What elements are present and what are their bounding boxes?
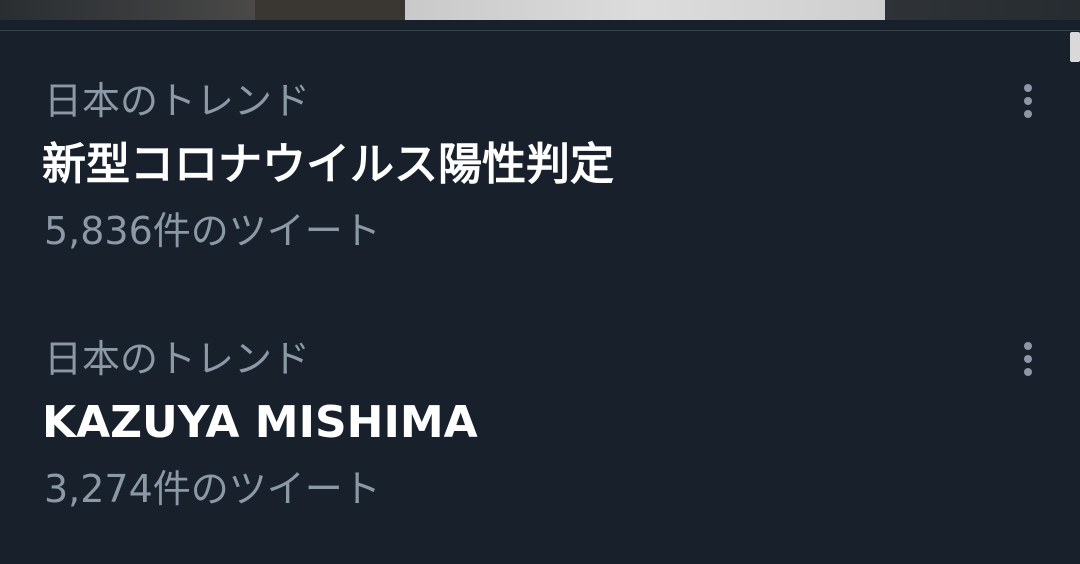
more-vertical-icon — [1024, 342, 1032, 376]
media-preview-right — [405, 0, 885, 20]
media-preview-mid — [255, 0, 405, 20]
media-preview-left — [0, 0, 255, 20]
trend-more-button[interactable] — [1008, 339, 1048, 379]
media-preview-strip[interactable] — [0, 0, 1080, 20]
trend-title: 新型コロナウイルス陽性判定 — [42, 139, 614, 190]
trend-tweet-count: 5,836件のツイート — [44, 209, 381, 253]
trend-context: 日本のトレンド — [44, 337, 311, 381]
trend-more-button[interactable] — [1008, 81, 1048, 121]
trend-title: KAZUYA MISHIMA — [42, 397, 478, 448]
trend-tweet-count: 3,274件のツイート — [44, 467, 381, 511]
more-vertical-icon — [1024, 84, 1032, 118]
trend-context: 日本のトレンド — [44, 79, 311, 123]
trend-item[interactable]: 日本のトレンド 新型コロナウイルス陽性判定 5,836件のツイート — [0, 31, 1080, 289]
trend-item[interactable]: 日本のトレンド KAZUYA MISHIMA 3,274件のツイート — [0, 289, 1080, 547]
trend-list: 日本のトレンド 新型コロナウイルス陽性判定 5,836件のツイート 日本のトレン… — [0, 31, 1080, 547]
media-preview-far — [885, 0, 1080, 20]
